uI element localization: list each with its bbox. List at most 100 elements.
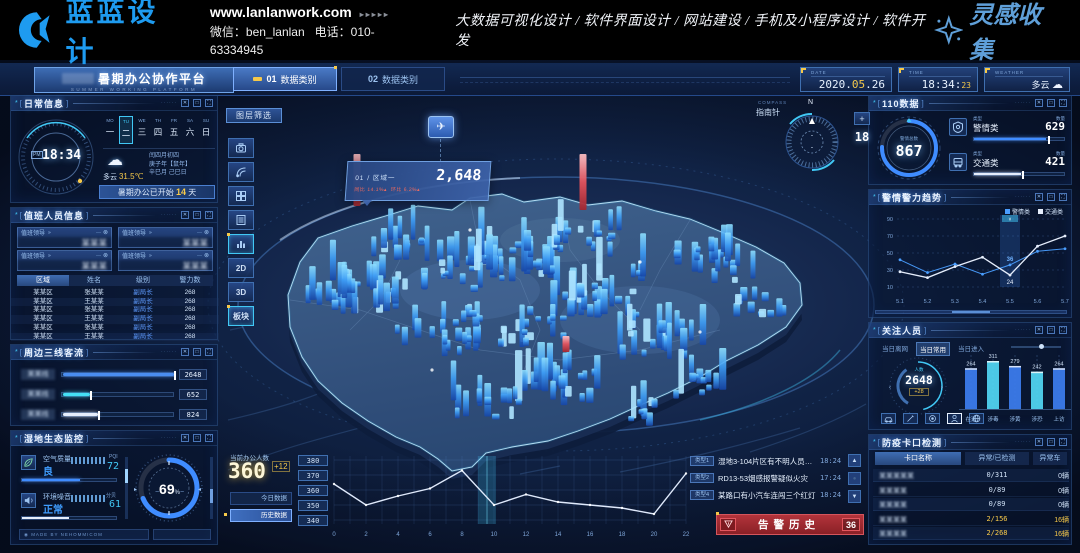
close-circle-icon[interactable]: ⊗ — [103, 252, 108, 259]
today-data-button[interactable]: 今日数据 — [230, 492, 292, 505]
panel-window-icon[interactable]: □ — [193, 99, 201, 107]
alert-row[interactable]: 类型1湿地3-104片区有不明人员闯入18:24 — [690, 455, 840, 469]
target-icon[interactable] — [925, 413, 940, 424]
weekday-sa[interactable]: SA六 — [183, 116, 197, 144]
table-row[interactable]: 某某某某2/26816辆 — [873, 527, 1069, 540]
tool-label: 3D — [236, 288, 246, 297]
item-bar-knob[interactable] — [1048, 136, 1050, 144]
table-header-cell: 级别 — [119, 275, 167, 286]
table-row[interactable]: 某某某某0/890辆 — [873, 498, 1069, 511]
flow-line-label: 某某线 — [21, 389, 55, 400]
layer-tool-list[interactable] — [228, 210, 254, 230]
flow-bar-knob[interactable] — [174, 371, 176, 380]
close-circle-icon[interactable]: ⊗ — [103, 229, 108, 236]
panel-close-icon[interactable]: ✕ — [181, 211, 189, 219]
weekday-su[interactable]: SU日 — [199, 116, 213, 144]
panel-close-icon[interactable]: ✕ — [181, 434, 189, 442]
scroll-down-button[interactable]: ▼ — [848, 490, 861, 503]
layer-tool-chart[interactable] — [228, 234, 254, 254]
zoom-in-button[interactable]: + — [854, 112, 870, 125]
history-data-button[interactable]: 历史数据 — [230, 509, 292, 522]
panel-window-icon[interactable]: □ — [1047, 326, 1055, 334]
panel-expand-icon[interactable]: ⛶ — [1059, 438, 1067, 446]
warning-icon — [720, 518, 736, 531]
svg-text:◂: ◂ — [198, 487, 201, 493]
panel-expand-icon[interactable]: ⛶ — [205, 211, 213, 219]
flow-bar-knob[interactable] — [90, 391, 92, 400]
close-circle-icon[interactable]: ⊗ — [204, 229, 209, 236]
panel-window-icon[interactable]: □ — [193, 434, 201, 442]
weekday-fr[interactable]: FR五 — [167, 116, 181, 144]
flow-line-label: 某某线 — [21, 369, 55, 380]
duty-leader-card[interactable]: 值班领导»—⊗某某某 — [118, 227, 213, 248]
plane-marker[interactable]: ✈ — [428, 116, 454, 138]
close-circle-icon[interactable]: ⊗ — [204, 252, 209, 259]
layer-tool-signal[interactable] — [228, 162, 254, 182]
checkpoint-car: 16辆 — [1031, 529, 1069, 539]
panel-window-icon[interactable]: □ — [1047, 193, 1055, 201]
tab1-corner-dot — [334, 66, 337, 69]
panel-window-icon[interactable]: □ — [193, 348, 201, 356]
focus-tab-当日离网[interactable]: 当日离网 — [879, 342, 911, 356]
checkpoint-name: 某某某某 — [879, 486, 907, 496]
panel-window-icon[interactable]: □ — [193, 211, 201, 219]
layer-tool-camera[interactable] — [228, 138, 254, 158]
table-row[interactable]: 某某区张某某副局长268 — [11, 306, 219, 315]
panel-expand-icon[interactable]: ⛶ — [1059, 326, 1067, 334]
checkpoint-header-cell[interactable]: 异常/已检测 — [965, 452, 1029, 465]
site-url[interactable]: www.lanlanwork.com — [210, 4, 352, 20]
office-ytick: 370 — [298, 470, 328, 481]
duty-leader-card[interactable]: 值班领导»—⊗某某某 — [118, 250, 213, 271]
panel-close-icon[interactable]: ✕ — [1035, 193, 1043, 201]
table-row[interactable]: 某某区张某某副局长268 — [11, 324, 219, 333]
tab-data-category-1[interactable]: 01 数据类别 — [233, 67, 337, 91]
layer-tool-板块[interactable]: 板块 — [228, 306, 254, 326]
panel-expand-icon[interactable]: ⛶ — [1059, 193, 1067, 201]
panel-expand-icon[interactable]: ⛶ — [205, 434, 213, 442]
svg-text:5.6: 5.6 — [1034, 299, 1042, 305]
checkpoint-header-cell[interactable]: 卡口名称 — [875, 452, 961, 465]
item-bar-knob[interactable] — [1022, 171, 1024, 179]
tab-data-category-2[interactable]: 02 数据类别 — [341, 67, 445, 91]
alert-history-banner[interactable]: 告警历史 36 — [716, 514, 864, 535]
panel-close-icon[interactable]: ✕ — [181, 348, 189, 356]
panel-expand-icon[interactable]: ⛶ — [205, 99, 213, 107]
svg-text:在逃: 在逃 — [965, 415, 977, 423]
panel-window-icon[interactable]: □ — [1047, 99, 1055, 107]
table-row[interactable]: 某某某某某0/3110辆 — [873, 469, 1069, 482]
pen-icon[interactable] — [903, 413, 918, 424]
table-row[interactable]: 某某某某2/15616辆 — [873, 513, 1069, 526]
layer-tool-2D[interactable]: 2D — [228, 258, 254, 278]
duty-leader-card[interactable]: 值班领导»—⊗某某某 — [17, 250, 112, 271]
weekday-mo[interactable]: MO一 — [103, 116, 117, 144]
wechat-label: 微信：ben_lanlan — [210, 25, 305, 39]
layer-tool-grid[interactable] — [228, 186, 254, 206]
panel-close-icon[interactable]: ✕ — [1035, 326, 1043, 334]
panel-expand-icon[interactable]: ⛶ — [1059, 99, 1067, 107]
weekday-th[interactable]: TH四 — [151, 116, 165, 144]
panel-close-icon[interactable]: ✕ — [1035, 438, 1043, 446]
alert-row[interactable]: 类型2RD13-53烟感报警疑似火灾17:24 — [690, 472, 840, 486]
trend-scrollbar[interactable] — [875, 310, 1067, 314]
compass-ring[interactable]: ˆ ˇ — [780, 110, 844, 174]
alert-row[interactable]: 类型4某路口有小汽车连闯三个红灯18:24 — [690, 489, 840, 503]
table-row[interactable]: 某某区王某某副局长268 — [11, 333, 219, 342]
table-row[interactable]: 某某区王某某副局长268 — [11, 315, 219, 324]
focus-tab-当日常用[interactable]: 当日常用 — [916, 342, 950, 356]
panel-window-icon[interactable]: □ — [1047, 438, 1055, 446]
table-row[interactable]: 某某区张某某副局长268 — [11, 289, 219, 298]
weekday-we[interactable]: WE三 — [135, 116, 149, 144]
weekday-tu[interactable]: TU二 — [119, 116, 133, 144]
duty-leader-card[interactable]: 值班领导»—⊗某某某 — [17, 227, 112, 248]
flow-bar-knob[interactable] — [98, 411, 100, 420]
layer-tool-3D[interactable]: 3D — [228, 282, 254, 302]
scroll-up-button[interactable]: ▲ — [848, 454, 861, 467]
panel-close-icon[interactable]: ✕ — [1035, 99, 1043, 107]
checkpoint-header-cell[interactable]: 异常车 — [1033, 452, 1067, 465]
table-row[interactable]: 某某某某0/890辆 — [873, 484, 1069, 497]
panel-expand-icon[interactable]: ⛶ — [205, 348, 213, 356]
panel-close-icon[interactable]: ✕ — [181, 99, 189, 107]
car-icon[interactable] — [881, 413, 896, 424]
table-cell: 副局长 — [119, 315, 167, 324]
scroll-mid-dot[interactable]: ● — [848, 472, 861, 485]
